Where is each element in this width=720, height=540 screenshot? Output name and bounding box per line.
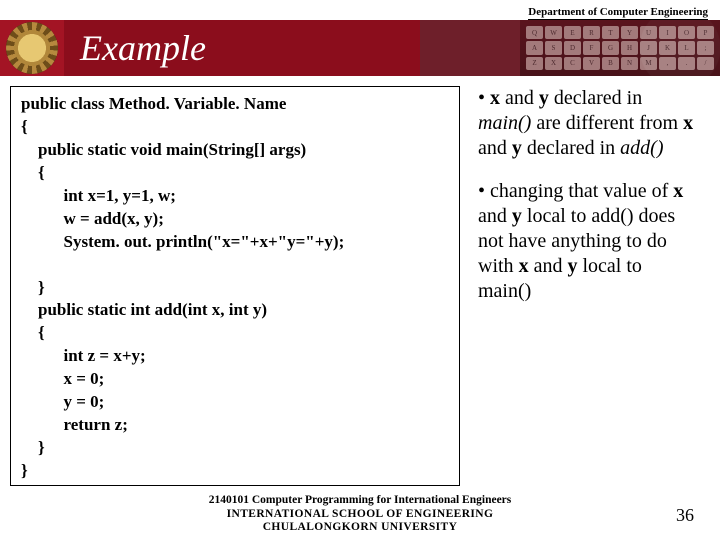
content-area: public class Method. Variable. Name { pu…: [10, 86, 710, 486]
slide-title: Example: [80, 27, 206, 69]
text: declared in: [522, 137, 620, 159]
keyboard-decoration: QWERTYUIOP ASDFGHJKL; ZXCVBNM,./: [520, 20, 720, 76]
text: and: [478, 137, 512, 159]
text: declared in: [549, 87, 642, 109]
university-seal-icon: [6, 22, 58, 74]
text: and: [500, 87, 539, 109]
text: and: [529, 255, 568, 277]
var-y: y: [539, 87, 549, 109]
code-block: public class Method. Variable. Name { pu…: [10, 86, 460, 486]
var-x: x: [673, 180, 683, 202]
text: • changing that value of: [478, 180, 673, 202]
page-number: 36: [676, 505, 694, 526]
note-1: • x and y declared in main() are differe…: [478, 86, 698, 161]
title-banner: Example QWERTYUIOP ASDFGHJKL; ZXCVBNM,./: [0, 20, 720, 76]
text: are different from: [531, 112, 683, 134]
fn-add: add(): [620, 137, 663, 159]
var-y: y: [567, 255, 577, 277]
footer-university: CHULALONGKORN UNIVERSITY: [0, 521, 720, 534]
note-2: • changing that value of x and y local t…: [478, 179, 698, 304]
footer-course: 2140101 Computer Programming for Interna…: [0, 494, 720, 507]
var-x: x: [683, 112, 693, 134]
notes-column: • x and y declared in main() are differe…: [478, 86, 698, 486]
text: and: [478, 205, 512, 227]
var-x: x: [519, 255, 529, 277]
fn-main: main(): [478, 112, 531, 134]
footer-school: INTERNATIONAL SCHOOL OF ENGINEERING: [0, 508, 720, 521]
footer: 2140101 Computer Programming for Interna…: [0, 494, 720, 534]
var-y: y: [512, 137, 522, 159]
bullet: •: [478, 87, 490, 109]
department-label: Department of Computer Engineering: [528, 6, 708, 20]
var-y: y: [512, 205, 522, 227]
var-x: x: [490, 87, 500, 109]
